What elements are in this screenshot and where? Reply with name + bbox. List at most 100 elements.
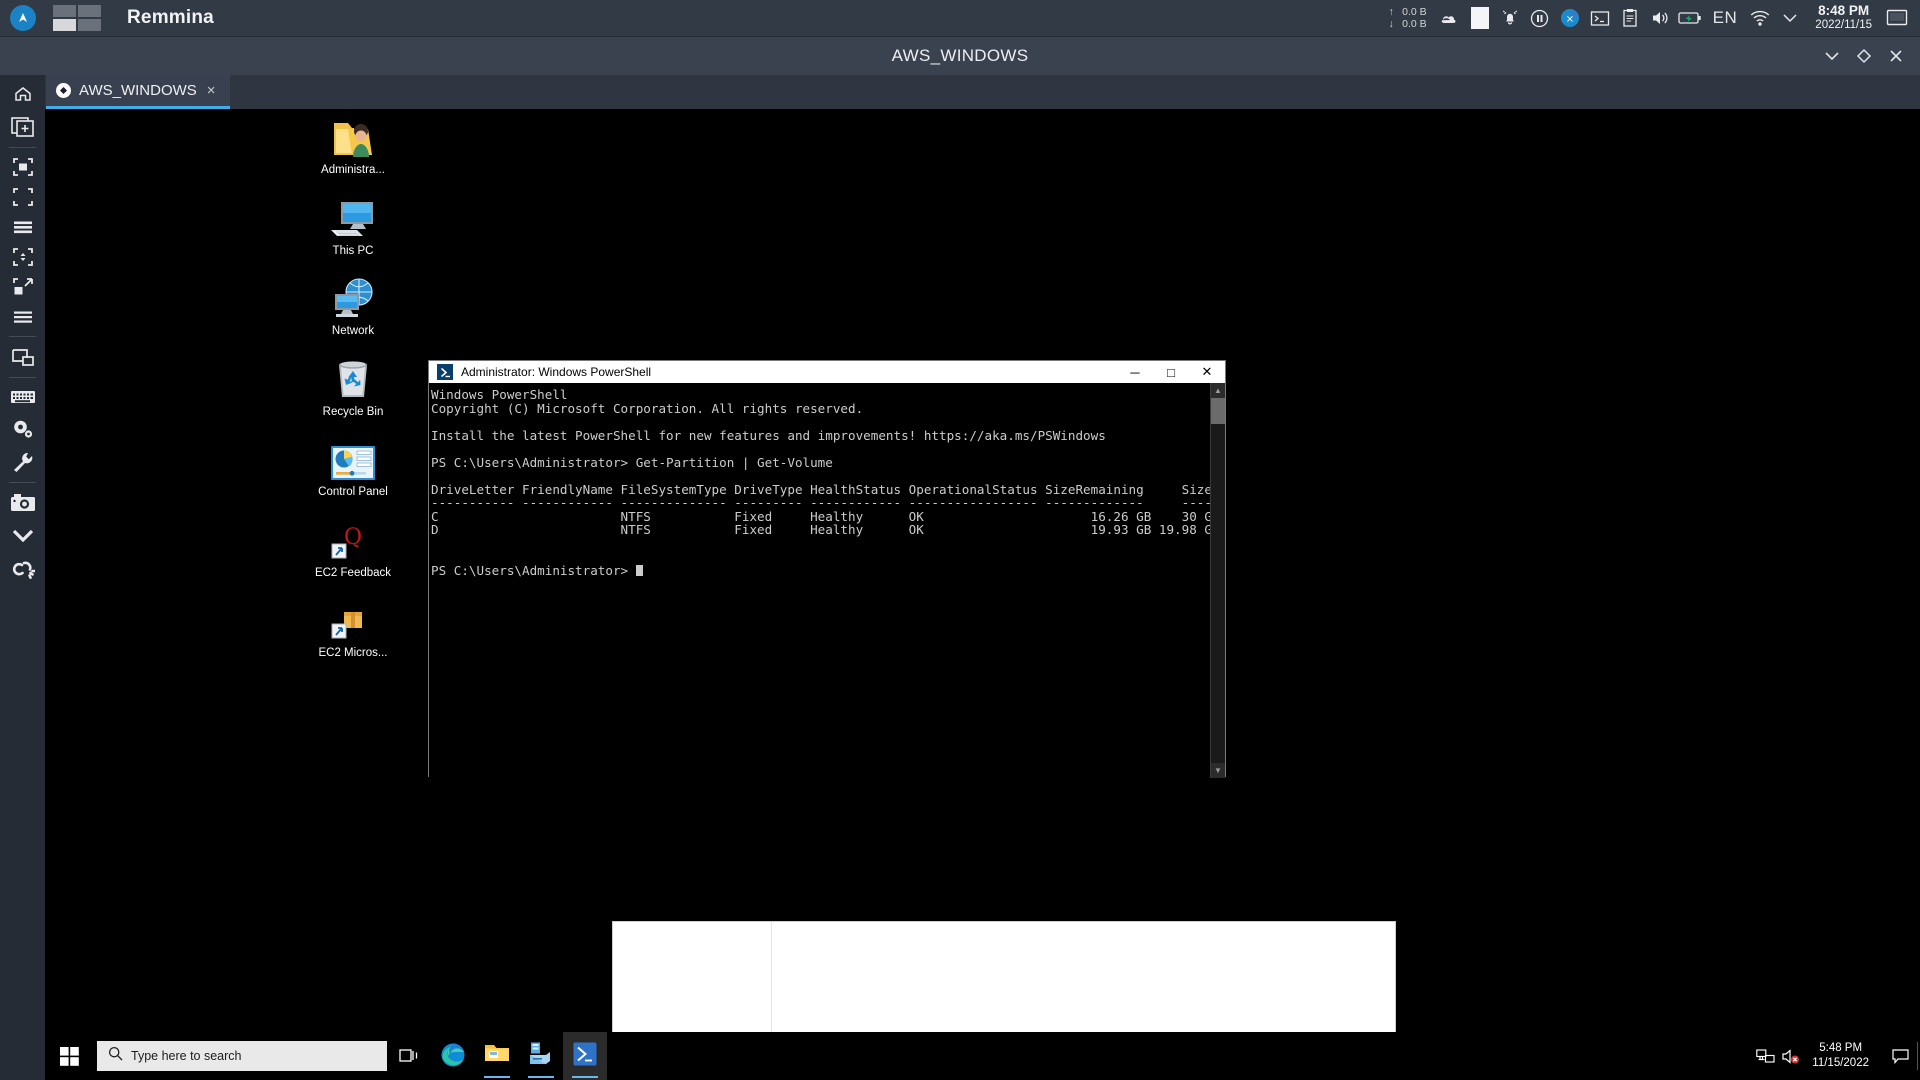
console-caret <box>635 564 643 576</box>
distro-logo-icon[interactable] <box>10 5 36 31</box>
taskbar-app-powershell[interactable] <box>563 1032 607 1080</box>
console-line-table-row: D NTFS Fixed Healthy OK 19.93 GB 19.98 G… <box>431 522 1210 537</box>
chevron-down-icon[interactable] <box>1775 0 1805 37</box>
show-desktop-button[interactable] <box>1917 1042 1918 1070</box>
desktop-icon-control-panel[interactable]: Control Panel <box>307 431 399 499</box>
console-line-table-header: DriveLetter FriendlyName FileSystemType … <box>431 481 1210 497</box>
desktop-icon-this-pc[interactable]: This PC <box>307 190 399 258</box>
dynamic-resolution-icon[interactable] <box>0 242 45 272</box>
desktop-icon-label: Administra... <box>321 164 385 176</box>
restore-diamond-icon[interactable] <box>1848 37 1880 75</box>
fullscreen-icon[interactable] <box>0 152 45 182</box>
remote-desktop-viewport[interactable]: Administra... This PC Network Recycle Bi… <box>45 109 1920 1080</box>
search-icon <box>108 1046 123 1066</box>
multi-monitor-list-icon[interactable] <box>0 302 45 332</box>
task-view-icon[interactable] <box>387 1032 431 1080</box>
camera-icon[interactable] <box>0 487 45 519</box>
powershell-console[interactable]: Windows PowerShell Copyright (C) Microso… <box>429 383 1225 778</box>
workspace-1[interactable] <box>53 5 76 17</box>
host-clock[interactable]: 8:48 PM 2022/11/15 <box>1815 4 1872 32</box>
scroll-up-arrow-icon[interactable]: ▲ <box>1211 383 1225 398</box>
toolbar-divider <box>9 147 36 148</box>
screen: Remmina ↑ 0.0 B ↓ 0.0 B ⨯ EN 8:48 PM 202… <box>0 0 1920 1080</box>
close-x-icon[interactable] <box>1880 37 1912 75</box>
chevron-down-icon[interactable] <box>0 519 45 553</box>
wifi-icon[interactable] <box>1745 0 1775 37</box>
volume-muted-icon[interactable] <box>1778 1032 1804 1080</box>
volume-icon[interactable] <box>1645 0 1675 37</box>
host-clock-time: 8:48 PM <box>1818 3 1870 18</box>
toolbar-divider-2 <box>9 336 36 337</box>
disconnect-link-icon[interactable] <box>0 553 45 587</box>
ec2-feedback-icon: Q <box>307 512 399 562</box>
ec2-microsoft-icon <box>307 592 399 642</box>
tab-close-icon[interactable]: × <box>207 82 216 99</box>
powershell-titlebar[interactable]: Administrator: Windows PowerShell ─ □ ✕ <box>429 361 1225 383</box>
powershell-scrollbar[interactable]: ▲ ▼ <box>1210 383 1225 778</box>
powershell-minimize-button[interactable]: ─ <box>1117 361 1153 383</box>
windows-clock[interactable]: 5:48 PM 11/15/2022 <box>1812 1041 1869 1071</box>
taskbar-app-file-explorer[interactable] <box>475 1032 519 1080</box>
console-prompt: PS C:\Users\Administrator> <box>431 562 636 578</box>
remmina-icon[interactable]: ⨯ <box>1555 0 1585 37</box>
blank-panel-icon[interactable] <box>1465 0 1495 37</box>
host-tray: ↑ 0.0 B ↓ 0.0 B ⨯ EN 8:48 PM 2022/11/15 <box>1387 0 1920 37</box>
download-arrow-icon: ↓ <box>1388 18 1394 30</box>
search-placeholder: Type here to search <box>131 1049 242 1063</box>
search-input[interactable]: Type here to search <box>97 1041 387 1071</box>
screenshot-window-icon[interactable] <box>0 341 45 373</box>
desktop-icon-administrator[interactable]: Administra... <box>307 109 399 177</box>
preferences-gear-icon[interactable] <box>0 412 45 446</box>
console-line-table-rule: ----------- ------------ -------------- … <box>431 495 1210 510</box>
desktop-icon-recycle-bin[interactable]: Recycle Bin <box>307 351 399 419</box>
home-icon[interactable] <box>0 79 45 109</box>
desktop-icon-network[interactable]: Network <box>307 270 399 338</box>
tab-aws-windows[interactable]: AWS_WINDOWS × <box>46 75 230 109</box>
taskbar-running-indicator <box>484 1075 510 1078</box>
desktop-icon-ec2-microsoft[interactable]: EC2 Micros... <box>307 592 399 660</box>
display-icon[interactable] <box>1882 0 1912 37</box>
weather-cloud-icon[interactable] <box>1435 0 1465 37</box>
clipboard-icon[interactable] <box>1615 0 1645 37</box>
scroll-down-arrow-icon[interactable]: ▼ <box>1211 763 1225 778</box>
duplicate-window-icon[interactable] <box>0 109 45 143</box>
taskbar-app-server-manager[interactable] <box>519 1032 563 1080</box>
battery-icon[interactable] <box>1675 0 1705 37</box>
powershell-window-buttons: ─ □ ✕ <box>1117 361 1225 383</box>
scrollbar-thumb[interactable] <box>1211 398 1225 424</box>
network-icon[interactable] <box>1752 1032 1778 1080</box>
workspace-switcher[interactable] <box>53 5 101 31</box>
minimize-chevron-icon[interactable] <box>1816 37 1848 75</box>
powershell-maximize-button[interactable]: □ <box>1153 361 1189 383</box>
desktop-icon-label: Control Panel <box>318 486 388 498</box>
taskbar-running-indicator <box>528 1075 554 1078</box>
powershell-close-button[interactable]: ✕ <box>1189 361 1225 383</box>
scale-expand-icon[interactable] <box>0 272 45 302</box>
pause-circle-icon[interactable] <box>1525 0 1555 37</box>
workspace-3[interactable] <box>53 19 76 31</box>
workspace-2[interactable] <box>78 5 101 17</box>
control-panel-icon <box>307 431 399 481</box>
taskbar-app-edge[interactable] <box>431 1032 475 1080</box>
toolbar-divider-4 <box>9 482 36 483</box>
upload-arrow-icon: ↑ <box>1388 6 1394 18</box>
bell-ringing-icon[interactable] <box>1495 0 1525 37</box>
desktop-icon-ec2-feedback[interactable]: Q EC2 Feedback <box>307 512 399 580</box>
terminal-icon[interactable] <box>1585 0 1615 37</box>
powershell-window[interactable]: Administrator: Windows PowerShell ─ □ ✕ … <box>428 360 1226 778</box>
keyboard-language-indicator[interactable]: EN <box>1705 8 1746 28</box>
notification-icon[interactable] <box>1883 1032 1917 1080</box>
windows-start-icon[interactable] <box>45 1032 93 1080</box>
keyboard-icon[interactable] <box>0 382 45 412</box>
workspace-4[interactable] <box>78 19 101 31</box>
tools-wrench-icon[interactable] <box>0 446 45 478</box>
recycle-bin-icon <box>307 351 399 401</box>
scaled-window-list-icon[interactable] <box>0 212 45 242</box>
desktop-icon-label: This PC <box>332 245 374 257</box>
windows-clock-date: 11/15/2022 <box>1812 1057 1869 1069</box>
host-app-title: Remmina <box>127 7 214 28</box>
viewport-fullscreen-icon[interactable] <box>0 182 45 212</box>
scrollbar-track[interactable] <box>1211 424 1225 763</box>
